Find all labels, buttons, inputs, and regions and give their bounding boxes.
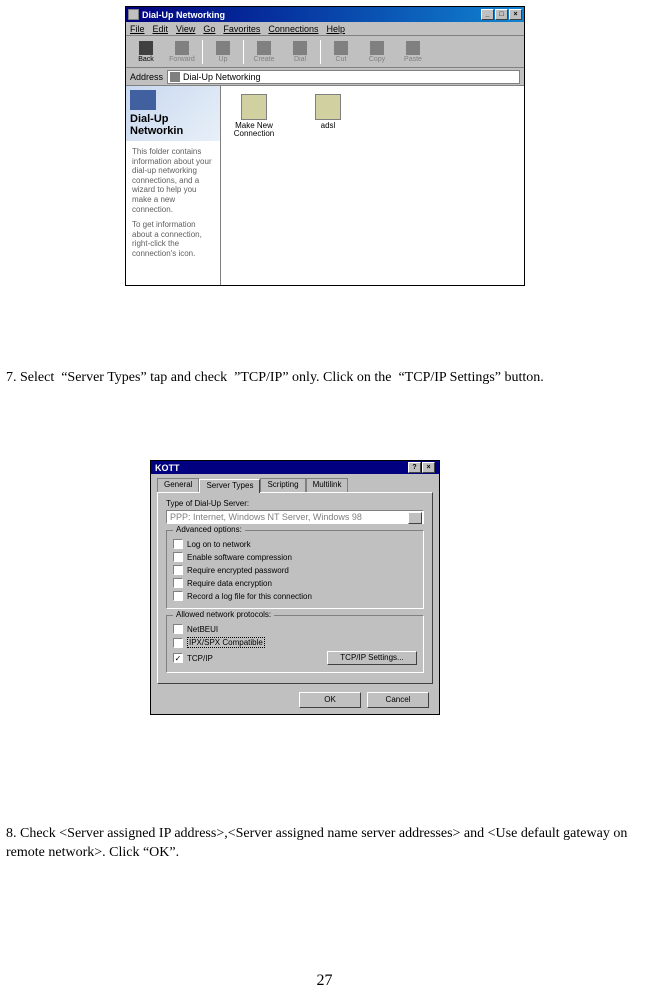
record-log-label: Record a log file for this connection	[187, 592, 312, 601]
menu-go[interactable]: Go	[203, 24, 215, 34]
ipx-checkbox[interactable]	[173, 638, 183, 648]
make-new-connection-icon[interactable]: Make New Connection	[229, 94, 279, 138]
titlebar: Dial-Up Networking _ □ ×	[126, 7, 524, 22]
ipx-label: IPX/SPX Compatible	[187, 637, 265, 648]
tab-scripting[interactable]: Scripting	[260, 478, 305, 492]
toolbar-up-button[interactable]: Up	[206, 37, 240, 67]
dial-icon	[293, 41, 307, 55]
close-button[interactable]: ×	[509, 9, 522, 20]
toolbar-paste-button[interactable]: Paste	[396, 37, 430, 67]
encrypted-password-label: Require encrypted password	[187, 566, 289, 575]
minimize-button[interactable]: _	[481, 9, 494, 20]
sidebar-banner: Dial-Up Networkin	[126, 86, 220, 141]
tab-general[interactable]: General	[157, 478, 199, 492]
app-icon	[128, 9, 139, 20]
up-folder-icon	[216, 41, 230, 55]
back-arrow-icon	[139, 41, 153, 55]
page-number: 27	[0, 972, 649, 990]
server-types-dialog: KOTT ? × General Server Types Scripting …	[150, 460, 440, 715]
menubar: File Edit View Go Favorites Connections …	[126, 22, 524, 36]
toolbar: Back Forward Up Create Dial Cut Copy Pas…	[126, 36, 524, 68]
netbeui-label: NetBEUI	[187, 625, 218, 634]
software-compression-label: Enable software compression	[187, 553, 292, 562]
menu-view[interactable]: View	[176, 24, 195, 34]
toolbar-copy-button[interactable]: Copy	[360, 37, 394, 67]
create-icon	[257, 41, 271, 55]
toolbar-forward-button[interactable]: Forward	[165, 37, 199, 67]
address-label: Address	[130, 72, 163, 82]
sidebar-description: This folder contains information about y…	[126, 141, 220, 271]
dialog-buttons: OK Cancel	[151, 688, 439, 714]
toolbar-back-button[interactable]: Back	[129, 37, 163, 67]
copy-icon	[370, 41, 384, 55]
window-title: Dial-Up Networking	[142, 10, 481, 20]
menu-connections[interactable]: Connections	[268, 24, 318, 34]
connection-icon	[315, 94, 341, 120]
toolbar-cut-button[interactable]: Cut	[324, 37, 358, 67]
paste-icon	[406, 41, 420, 55]
toolbar-separator	[202, 40, 203, 64]
software-compression-checkbox[interactable]	[173, 552, 183, 562]
menu-edit[interactable]: Edit	[153, 24, 169, 34]
server-types-panel: Type of Dial-Up Server: PPP: Internet, W…	[157, 492, 433, 684]
tcpip-checkbox[interactable]	[173, 653, 183, 663]
menu-file[interactable]: File	[130, 24, 145, 34]
sidebar: Dial-Up Networkin This folder contains i…	[126, 86, 221, 285]
server-type-dropdown[interactable]: PPP: Internet, Windows NT Server, Window…	[166, 510, 424, 524]
dialog-titlebar: KOTT ? ×	[151, 461, 439, 474]
logon-checkbox[interactable]	[173, 539, 183, 549]
cancel-button[interactable]: Cancel	[367, 692, 429, 708]
instruction-step-7: 7. Select “Server Types” tap and check ”…	[6, 369, 644, 388]
menu-help[interactable]: Help	[326, 24, 345, 34]
tab-server-types[interactable]: Server Types	[199, 479, 260, 493]
addressbar: Address Dial-Up Networking	[126, 68, 524, 86]
encrypted-password-checkbox[interactable]	[173, 565, 183, 575]
cut-icon	[334, 41, 348, 55]
tab-multilink[interactable]: Multilink	[306, 478, 349, 492]
server-type-label: Type of Dial-Up Server:	[166, 499, 424, 508]
instruction-step-8: 8. Check <Server assigned IP address>,<S…	[6, 825, 644, 863]
logon-label: Log on to network	[187, 540, 251, 549]
protocols-title: Allowed network protocols:	[173, 610, 274, 619]
tab-strip: General Server Types Scripting Multilink	[157, 478, 433, 492]
tcpip-label: TCP/IP	[187, 654, 213, 663]
close-button[interactable]: ×	[422, 462, 435, 473]
toolbar-separator	[243, 40, 244, 64]
forward-arrow-icon	[175, 41, 189, 55]
address-input[interactable]: Dial-Up Networking	[167, 70, 520, 84]
toolbar-separator	[320, 40, 321, 64]
dialup-window-screenshot: Dial-Up Networking _ □ × File Edit View …	[125, 6, 525, 286]
maximize-button[interactable]: □	[495, 9, 508, 20]
protocols-group: Allowed network protocols: NetBEUI IPX/S…	[166, 615, 424, 673]
menu-favorites[interactable]: Favorites	[223, 24, 260, 34]
help-button[interactable]: ?	[408, 462, 421, 473]
data-encryption-label: Require data encryption	[187, 579, 272, 588]
dialog-title: KOTT	[155, 463, 408, 473]
data-encryption-checkbox[interactable]	[173, 578, 183, 588]
adsl-connection-icon[interactable]: adsl	[303, 94, 353, 130]
advanced-options-group: Advanced options: Log on to network Enab…	[166, 530, 424, 609]
sidebar-title: Dial-Up Networkin	[130, 113, 216, 137]
toolbar-dial-button[interactable]: Dial	[283, 37, 317, 67]
record-log-checkbox[interactable]	[173, 591, 183, 601]
advanced-options-title: Advanced options:	[173, 525, 245, 534]
dialup-logo-icon	[130, 90, 156, 110]
dialup-window: Dial-Up Networking _ □ × File Edit View …	[125, 6, 525, 286]
tcpip-settings-button[interactable]: TCP/IP Settings...	[327, 651, 417, 665]
server-types-dialog-screenshot: KOTT ? × General Server Types Scripting …	[150, 460, 440, 715]
ok-button[interactable]: OK	[299, 692, 361, 708]
icon-area: Make New Connection adsl	[221, 86, 524, 285]
connection-wizard-icon	[241, 94, 267, 120]
toolbar-create-button[interactable]: Create	[247, 37, 281, 67]
dialup-folder-icon	[170, 72, 180, 82]
netbeui-checkbox[interactable]	[173, 624, 183, 634]
